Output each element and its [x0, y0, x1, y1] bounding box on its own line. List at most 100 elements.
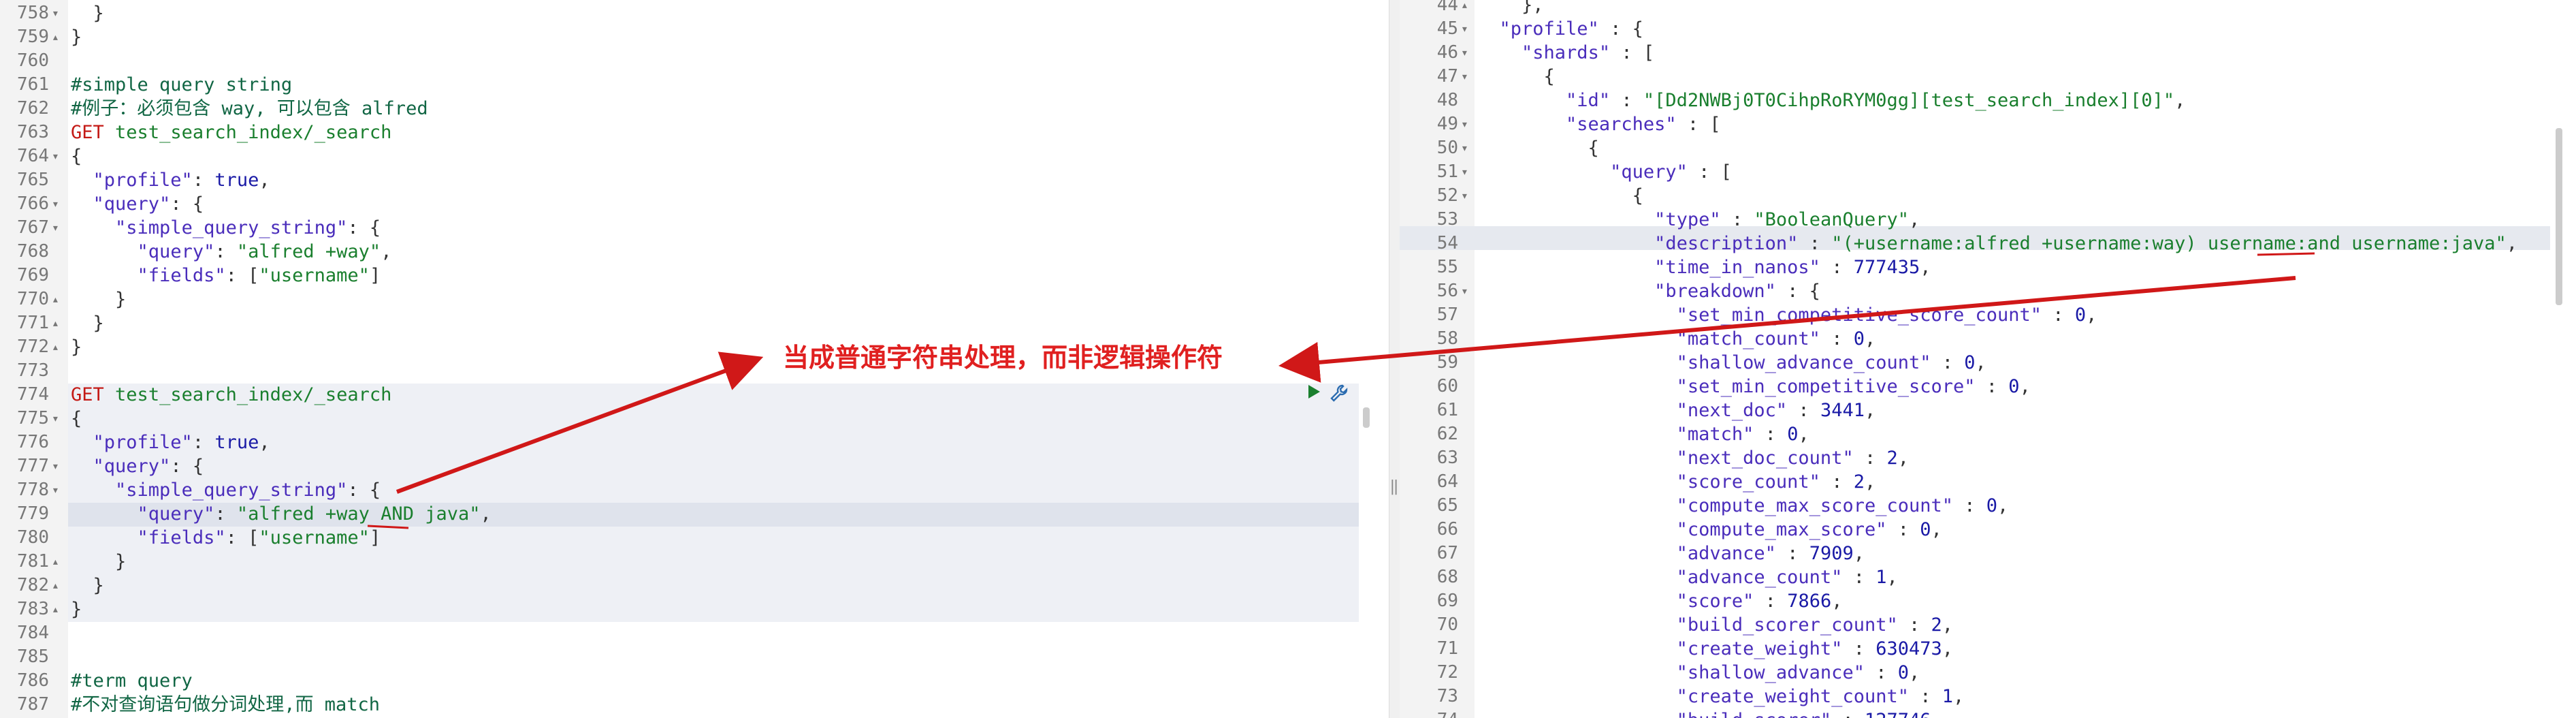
left-code-line[interactable]: 780 "fields": ["username"]: [0, 526, 1389, 550]
right-code-line[interactable]: 58 "match_count" : 0,: [1400, 327, 2576, 351]
right-code-line[interactable]: 44 ▴ },: [1400, 0, 2576, 17]
left-code-line[interactable]: 776 "profile": true,: [0, 431, 1389, 454]
right-code-line[interactable]: 71 "create_weight" : 630473,: [1400, 637, 2576, 661]
right-code-line[interactable]: 53 "type" : "BooleanQuery",: [1400, 208, 2576, 232]
right-code-line[interactable]: 60 "set_min_competitive_score" : 0,: [1400, 375, 2576, 399]
left-code-line[interactable]: 767 ▾ "simple_query_string": {: [0, 216, 1389, 240]
left-code-line[interactable]: 759 ▴}: [0, 25, 1389, 49]
left-code-line[interactable]: 758 ▾ }: [0, 1, 1389, 25]
line-number: 70: [1436, 614, 1458, 635]
fold-toggle-icon[interactable]: ▾: [1461, 65, 1468, 89]
left-code-line[interactable]: 779 "query": "alfred +way AND java",: [0, 502, 1389, 526]
right-code-line[interactable]: 61 "next_doc" : 3441,: [1400, 399, 2576, 422]
left-code-line[interactable]: 763 GET test_search_index/_search: [0, 121, 1389, 144]
right-code-line[interactable]: 68 "advance_count" : 1,: [1400, 565, 2576, 589]
right-code-line[interactable]: 52 ▾ {: [1400, 184, 2576, 208]
fold-toggle-icon[interactable]: ▾: [52, 407, 59, 431]
fold-toggle-icon[interactable]: ▾: [52, 216, 59, 240]
left-code-line[interactable]: 770 ▴ }: [0, 287, 1389, 311]
right-code-line[interactable]: 74 "build_scorer" : 127746: [1400, 708, 2576, 718]
left-code-line[interactable]: 769 "fields": ["username"]: [0, 264, 1389, 287]
fold-toggle-icon[interactable]: ▾: [1461, 160, 1468, 184]
play-icon[interactable]: [1304, 383, 1322, 401]
left-code-line[interactable]: 766 ▾ "query": {: [0, 192, 1389, 216]
fold-toggle-icon[interactable]: ▾: [1461, 17, 1468, 41]
left-code-line[interactable]: 764 ▾ {: [0, 144, 1389, 168]
left-code-line[interactable]: 762 #例子：必须包含 way, 可以包含 alfred: [0, 97, 1389, 121]
right-code-line[interactable]: 59 "shallow_advance_count" : 0,: [1400, 351, 2576, 375]
fold-toggle-icon[interactable]: ▴: [52, 25, 59, 49]
fold-toggle-icon[interactable]: ▴: [52, 287, 59, 311]
right-code-line[interactable]: 45 ▾ "profile" : {: [1400, 17, 2576, 41]
fold-toggle-icon[interactable]: ▴: [52, 550, 59, 574]
right-code-line[interactable]: 70 "build_scorer_count" : 2,: [1400, 613, 2576, 637]
line-number: 777: [17, 456, 49, 476]
left-code-line[interactable]: 768 "query": "alfred +way",: [0, 240, 1389, 264]
right-code-line[interactable]: 66 "compute_max_score" : 0,: [1400, 518, 2576, 542]
right-code-line[interactable]: 47 ▾ {: [1400, 65, 2576, 89]
code-text: "score" : 7866,: [1676, 591, 1843, 612]
right-code-line[interactable]: 50 ▾ {: [1400, 136, 2576, 160]
fold-toggle-icon[interactable]: ▾: [1461, 41, 1468, 65]
right-code-line[interactable]: 46 ▾ "shards" : [: [1400, 41, 2576, 65]
code-text: }: [71, 313, 104, 334]
fold-toggle-icon[interactable]: ▾: [52, 1, 59, 25]
left-code-line[interactable]: 783 ▴}: [0, 597, 1389, 621]
left-code-line[interactable]: 787 #不对查询语句做分词处理,而 match: [0, 693, 1389, 717]
fold-toggle-icon[interactable]: ▴: [52, 335, 59, 359]
right-code-line[interactable]: 63 "next_doc_count" : 2,: [1400, 446, 2576, 470]
divider-handle-icon[interactable]: ‖: [1389, 477, 1399, 497]
fold-toggle-icon[interactable]: ▾: [1461, 112, 1468, 136]
left-code-line[interactable]: 760: [0, 49, 1389, 73]
left-scrollbar[interactable]: [1363, 407, 1370, 428]
left-code-line[interactable]: 771 ▴ }: [0, 311, 1389, 335]
left-code-line[interactable]: 781 ▴ }: [0, 550, 1389, 574]
left-code-line[interactable]: 775 ▾ {: [0, 407, 1389, 431]
right-code-line[interactable]: 62 "match" : 0,: [1400, 422, 2576, 446]
code-text: "advance" : 7909,: [1676, 543, 1865, 564]
fold-toggle-icon[interactable]: ▾: [52, 454, 59, 478]
response-viewer-pane[interactable]: 44 ▴ }, 45 ▾ "profile" : {46 ▾ "shards" : [4…: [1400, 0, 2576, 718]
right-code-line[interactable]: 55 "time_in_nanos" : 777435,: [1400, 255, 2576, 279]
right-code-line[interactable]: 48 "id" : "[Dd2NWBj0T0CihpRoRYM0gg][test…: [1400, 89, 2576, 112]
line-number: 772: [17, 337, 49, 357]
left-code-line[interactable]: 778 ▾ "simple_query_string": {: [0, 478, 1389, 502]
fold-toggle-icon[interactable]: ▾: [52, 478, 59, 502]
fold-toggle-icon[interactable]: ▾: [1461, 279, 1468, 303]
line-number: 776: [17, 432, 49, 452]
fold-toggle-icon[interactable]: ▾: [52, 144, 59, 168]
right-code-line[interactable]: 49 ▾ "searches" : [: [1400, 112, 2576, 136]
code-text: "build_scorer" : 127746: [1477, 708, 1931, 718]
fold-toggle-icon[interactable]: ▴: [52, 311, 59, 335]
fold-toggle-icon[interactable]: ▴: [1461, 0, 1468, 17]
left-code-line[interactable]: 782 ▴ }: [0, 574, 1389, 597]
fold-toggle-icon[interactable]: ▴: [52, 574, 59, 597]
left-code-line[interactable]: 786 #term query: [0, 669, 1389, 693]
left-code-line[interactable]: 785: [0, 645, 1389, 669]
left-code-line[interactable]: 761 #simple query string: [0, 73, 1389, 97]
right-code-line[interactable]: 57 "set_min_competitive_score_count" : 0…: [1400, 303, 2576, 327]
code-text: "query" : [: [1610, 161, 1732, 183]
fold-toggle-icon[interactable]: ▴: [52, 597, 59, 621]
fold-toggle-icon[interactable]: ▾: [1461, 184, 1468, 208]
right-code-line[interactable]: 64 "score_count" : 2,: [1400, 470, 2576, 494]
code-text: "score_count" : 2,: [1676, 471, 1876, 493]
right-code-line[interactable]: 72 "shallow_advance" : 0,: [1400, 661, 2576, 685]
code-text: #term query: [71, 670, 193, 691]
wrench-icon[interactable]: [1329, 383, 1349, 403]
right-code-line[interactable]: 65 "compute_max_score_count" : 0,: [1400, 494, 2576, 518]
right-scrollbar[interactable]: [2556, 128, 2562, 305]
right-code-line[interactable]: 69 "score" : 7866,: [1400, 589, 2576, 613]
left-code-line[interactable]: 777 ▾ "query": {: [0, 454, 1389, 478]
right-code-line[interactable]: 54 "description" : "(+username:alfred +u…: [1400, 232, 2576, 255]
right-code-line[interactable]: 73 "create_weight_count" : 1,: [1400, 685, 2576, 708]
right-code-line[interactable]: 51 ▾ "query" : [: [1400, 160, 2576, 184]
right-code-line[interactable]: 67 "advance" : 7909,: [1400, 542, 2576, 565]
left-code-line[interactable]: 765 "profile": true,: [0, 168, 1389, 192]
fold-toggle-icon[interactable]: ▾: [1461, 136, 1468, 160]
left-code-line[interactable]: 784: [0, 621, 1389, 645]
right-code-line[interactable]: 56 ▾ "breakdown" : {: [1400, 279, 2576, 303]
line-number: 73: [1436, 686, 1458, 706]
left-code-line[interactable]: 774 GET test_search_index/_search: [0, 383, 1389, 407]
fold-toggle-icon[interactable]: ▾: [52, 192, 59, 216]
